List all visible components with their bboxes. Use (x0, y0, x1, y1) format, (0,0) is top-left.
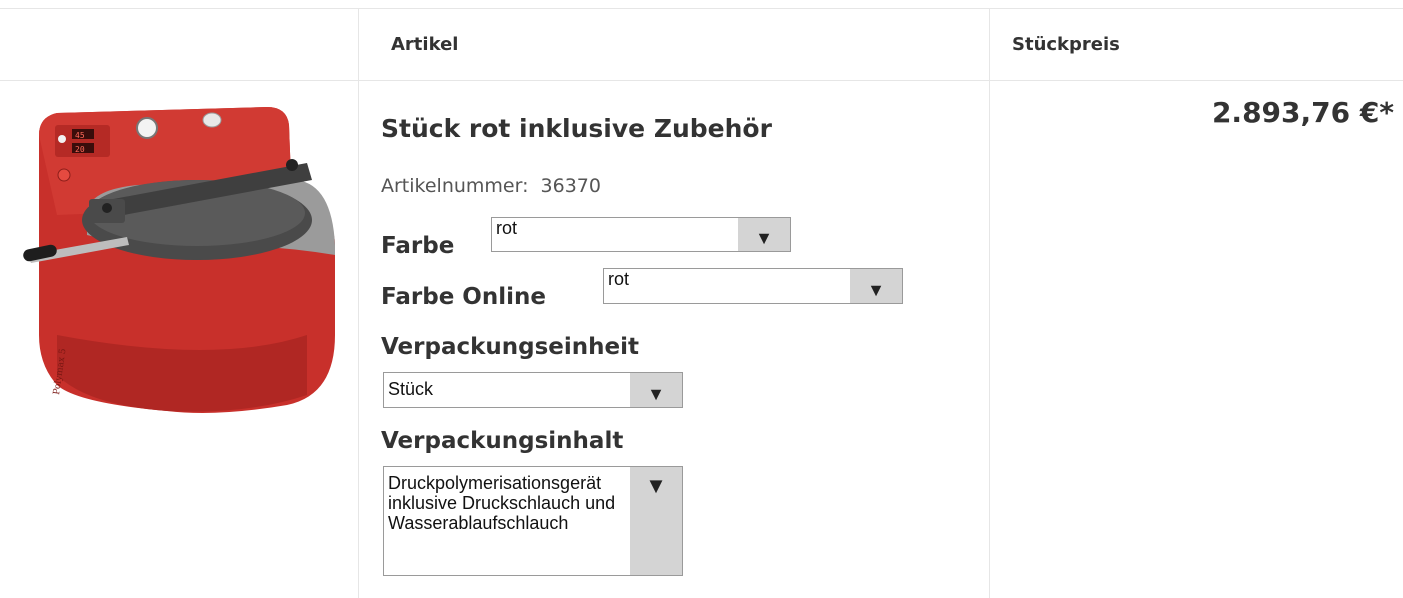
color-select[interactable]: rot ▼ (491, 217, 791, 252)
chevron-down-icon[interactable]: ▼ (850, 269, 902, 303)
svg-text:20: 20 (75, 145, 85, 154)
color-label: Farbe (381, 233, 455, 259)
article-number-value: 36370 (540, 175, 601, 197)
packaging-unit-label: Verpackungseinheit (381, 334, 640, 360)
packaging-unit-select[interactable]: Stück ▼ (383, 372, 683, 408)
header-bottom-border (0, 80, 1403, 81)
packaging-unit-select-value: Stück (388, 379, 434, 399)
article-number-row: Artikelnummer: 36370 (381, 175, 601, 197)
chevron-down-icon[interactable]: ▼ (630, 373, 682, 407)
color-online-label: Farbe Online (381, 284, 546, 310)
column-divider-2 (989, 8, 990, 598)
chevron-down-icon[interactable]: ▼ (630, 467, 682, 575)
header-unit-price: Stückpreis (1012, 34, 1120, 55)
column-divider-1 (358, 8, 359, 598)
product-title[interactable]: Stück rot inklusive Zubehör (381, 114, 772, 143)
article-number-label: Artikelnummer: (381, 175, 529, 197)
product-image[interactable]: 45 20 Polymax 5 (17, 95, 337, 415)
packaging-content-label: Verpackungsinhalt (381, 428, 624, 454)
color-online-select[interactable]: rot ▼ (603, 268, 903, 304)
unit-price: 2.893,76 €* (1211, 96, 1394, 129)
color-online-select-value: rot (608, 269, 630, 289)
packaging-content-select[interactable]: Druckpolymerisationsgerät inklusive Druc… (383, 466, 683, 576)
color-select-value: rot (496, 218, 518, 238)
packaging-content-select-value: Druckpolymerisationsgerät inklusive Druc… (388, 473, 616, 533)
svg-text:45: 45 (75, 131, 85, 140)
chevron-down-icon[interactable]: ▼ (738, 218, 790, 251)
header-article: Artikel (391, 34, 459, 55)
table-top-border (0, 8, 1403, 9)
